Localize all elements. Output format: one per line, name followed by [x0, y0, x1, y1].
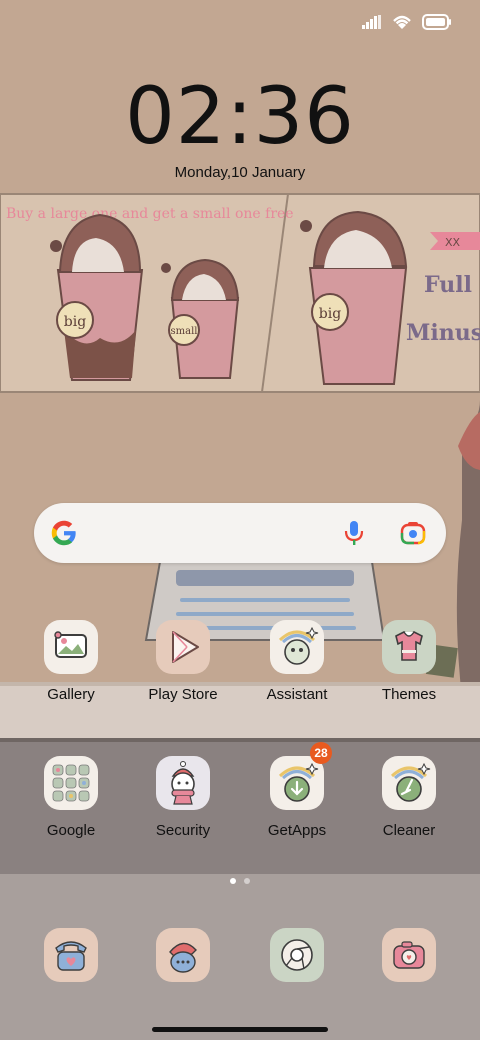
clock-date[interactable]: Monday,10 January — [0, 164, 480, 181]
google-g-icon — [51, 520, 76, 546]
app-label: Security — [155, 822, 211, 839]
chrome-icon — [270, 928, 324, 982]
getapps-icon — [270, 756, 324, 810]
security-icon — [156, 756, 210, 810]
wall-banner-text: Buy a large one and get a small one free — [6, 206, 294, 222]
play-store-icon — [156, 620, 210, 674]
app-label: Cleaner — [382, 822, 436, 839]
app-label: Gallery — [47, 686, 95, 703]
app-getapps[interactable]: 28 GetApps — [242, 742, 352, 839]
app-assistant[interactable]: Assistant — [242, 620, 352, 703]
app-google-folder[interactable]: Google — [16, 756, 126, 839]
wall-cup-small-label: small — [171, 326, 198, 337]
wall-cup-big-label: big — [64, 314, 86, 330]
signal-icon — [362, 15, 381, 29]
microphone-icon[interactable] — [344, 520, 364, 546]
dock-messages[interactable] — [128, 928, 238, 982]
dock-phone[interactable] — [16, 928, 126, 982]
notification-badge: 28 — [310, 742, 332, 764]
page-dot — [244, 878, 250, 884]
app-security[interactable]: Security — [128, 756, 238, 839]
wall-cup-right-label: big — [319, 306, 341, 322]
google-search-bar[interactable] — [34, 503, 446, 563]
page-dot-active — [230, 878, 236, 884]
themes-icon — [382, 620, 436, 674]
google-folder-icon — [44, 756, 98, 810]
app-label: GetApps — [267, 822, 327, 839]
app-gallery[interactable]: Gallery — [16, 620, 126, 703]
camera-icon — [382, 928, 436, 982]
messages-icon — [156, 928, 210, 982]
app-label: Google — [46, 822, 96, 839]
app-label: Assistant — [266, 686, 328, 703]
app-play-store[interactable]: Play Store — [128, 620, 238, 703]
app-label: Play Store — [148, 686, 218, 703]
app-themes[interactable]: Themes — [354, 620, 464, 703]
app-label: Themes — [381, 686, 437, 703]
status-bar — [362, 14, 452, 30]
phone-icon — [44, 928, 98, 982]
app-cleaner[interactable]: Cleaner — [354, 756, 464, 839]
wall-sign-tag: XX — [445, 236, 461, 249]
battery-icon — [422, 14, 451, 30]
page-indicator[interactable] — [0, 878, 480, 884]
wall-sign-minus: Minus — [406, 320, 480, 346]
assistant-icon — [270, 620, 324, 674]
gallery-icon — [44, 620, 98, 674]
clock-time[interactable]: 02:36 — [0, 72, 480, 162]
dock-chrome[interactable] — [242, 928, 352, 982]
wall-sign-full: Full — [424, 272, 472, 298]
wifi-icon — [393, 15, 411, 29]
google-lens-icon[interactable] — [400, 521, 426, 545]
home-indicator[interactable] — [152, 1027, 328, 1032]
dock-camera[interactable] — [354, 928, 464, 982]
cleaner-icon — [382, 756, 436, 810]
